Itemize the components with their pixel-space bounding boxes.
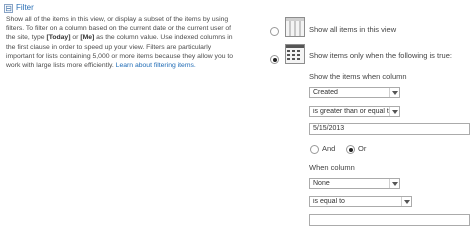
learn-filtering-link[interactable]: Learn about filtering items. (116, 62, 196, 69)
or-label[interactable]: Or (358, 144, 366, 154)
section-title: Filter (16, 3, 34, 12)
or-radio[interactable] (346, 145, 355, 154)
and-radio[interactable] (310, 145, 319, 154)
radio-selected-dot (348, 147, 353, 152)
clause1-column-label: Show the items when column (309, 72, 407, 81)
chevron-down-icon (389, 179, 399, 188)
filter-section-header[interactable]: ⊟ Filter (4, 2, 34, 14)
all-items-icon (285, 17, 305, 37)
clause2-value-input[interactable] (309, 214, 470, 226)
description-text-2: or (70, 34, 81, 42)
show-all-label[interactable]: Show all items in this view (309, 25, 396, 35)
clause2-operator-value: is equal to (313, 198, 345, 205)
me-token: [Me] (80, 34, 95, 42)
chevron-down-icon (389, 88, 399, 97)
clause1-value-input[interactable]: 5/15/2013 (309, 123, 470, 135)
show-filtered-radio[interactable] (270, 55, 279, 64)
clause2-operator-select[interactable]: is equal to (309, 196, 412, 207)
today-token: [Today] (46, 34, 71, 42)
filtered-items-icon (285, 44, 305, 64)
clause1-column-select[interactable]: Created (309, 87, 400, 98)
clause2-column-select[interactable]: None (309, 178, 400, 189)
clause1-column-value: Created (313, 89, 338, 96)
clause1-operator-value: is greater than or equal to (313, 108, 389, 115)
chevron-down-icon (389, 107, 399, 116)
collapse-icon[interactable]: ⊟ (4, 3, 13, 13)
clause2-column-label: When column (309, 163, 355, 172)
show-filtered-label[interactable]: Show items only when the following is tr… (309, 51, 452, 61)
clause1-operator-select[interactable]: is greater than or equal to (309, 106, 400, 117)
show-all-radio[interactable] (270, 27, 279, 36)
radio-selected-dot (272, 57, 277, 62)
clause2-column-value: None (313, 180, 330, 187)
chevron-down-icon (401, 197, 411, 206)
and-label[interactable]: And (322, 144, 335, 154)
filter-description: Show all of the items in this view, or d… (6, 15, 240, 70)
